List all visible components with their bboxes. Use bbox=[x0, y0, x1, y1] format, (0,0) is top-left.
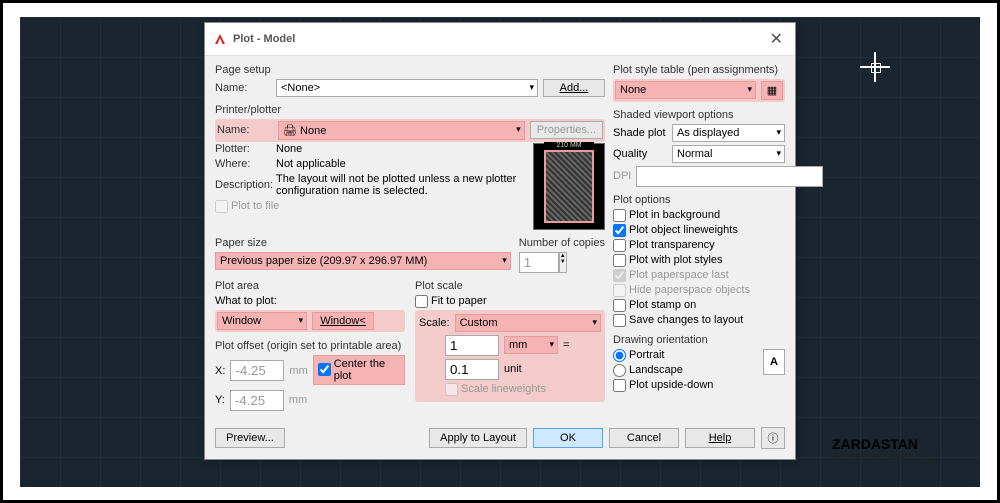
scale-num1-input[interactable] bbox=[445, 335, 499, 356]
dialog-title: Plot - Model bbox=[233, 33, 295, 45]
scale-select[interactable]: Custom bbox=[455, 314, 601, 332]
copies-label: Number of copies bbox=[519, 237, 605, 249]
plot-ps-check[interactable]: Plot with plot styles bbox=[613, 254, 785, 267]
offset-y-input[interactable] bbox=[230, 390, 284, 411]
plot-bg-check[interactable]: Plot in background bbox=[613, 209, 785, 222]
orientation-icon: A bbox=[763, 349, 785, 375]
portrait-radio[interactable]: Portrait bbox=[613, 349, 763, 362]
pst-label: Plot style table (pen assignments) bbox=[613, 64, 785, 76]
plot-area-label: Plot area bbox=[215, 280, 405, 292]
page-setup-label: Page setup bbox=[215, 64, 605, 76]
paper-size-label: Paper size bbox=[215, 237, 511, 249]
shade-plot-label: Shade plot bbox=[613, 127, 667, 139]
plot-scale-label: Plot scale bbox=[415, 280, 605, 292]
plot-so-check[interactable]: Plot stamp on bbox=[613, 299, 785, 312]
what-to-plot-label: What to plot: bbox=[215, 295, 405, 307]
plot-sc-check[interactable]: Save changes to layout bbox=[613, 314, 785, 327]
scale-label: Scale: bbox=[419, 317, 450, 329]
quality-label: Quality bbox=[613, 148, 667, 160]
fit-to-paper-check[interactable]: Fit to paper bbox=[415, 295, 605, 308]
plotter-value: None bbox=[276, 143, 302, 155]
dpi-label: DPI bbox=[613, 170, 631, 182]
close-icon[interactable]: ✕ bbox=[766, 29, 787, 49]
printer-label: Printer/plotter bbox=[215, 104, 605, 116]
plot-hpo-check[interactable]: Hide paperspace objects bbox=[613, 284, 785, 297]
where-label: Where: bbox=[215, 158, 271, 170]
svo-label: Shaded viewport options bbox=[613, 109, 785, 121]
dor-label: Drawing orientation bbox=[613, 334, 785, 346]
printer-name-select[interactable]: 🖨 None bbox=[278, 121, 525, 140]
collapse-button[interactable]: ⓘ bbox=[761, 427, 785, 449]
plot-olw-check[interactable]: Plot object lineweights bbox=[613, 224, 785, 237]
offset-y-label: Y: bbox=[215, 394, 225, 406]
window-button[interactable]: Window< bbox=[312, 312, 374, 330]
autocad-icon bbox=[213, 32, 227, 46]
ps-name-label: Name: bbox=[215, 82, 271, 94]
what-to-plot-select[interactable]: Window bbox=[217, 312, 307, 330]
equals: = bbox=[563, 339, 569, 351]
shade-plot-select[interactable]: As displayed bbox=[672, 124, 785, 142]
page-setup-name-select[interactable]: <None> bbox=[276, 79, 538, 97]
preview-button[interactable]: Preview... bbox=[215, 428, 285, 448]
plot-tr-check[interactable]: Plot transparency bbox=[613, 239, 785, 252]
plot-to-file-check[interactable]: Plot to file bbox=[215, 200, 533, 213]
scale-unit-select[interactable]: mm bbox=[504, 336, 558, 354]
apply-button[interactable]: Apply to Layout bbox=[429, 428, 527, 448]
copies-input[interactable] bbox=[519, 252, 559, 273]
desc-value: The layout will not be plotted unless a … bbox=[276, 173, 533, 197]
offset-x-input[interactable] bbox=[230, 360, 284, 381]
offset-label: Plot offset (origin set to printable are… bbox=[215, 340, 405, 352]
help-button[interactable]: Help bbox=[685, 428, 755, 448]
ok-button[interactable]: OK bbox=[533, 428, 603, 448]
landscape-radio[interactable]: Landscape bbox=[613, 364, 763, 377]
plot-dialog: Plot - Model ✕ Page setup Name: <None> Add… bbox=[204, 22, 796, 460]
paper-preview: 210 MM bbox=[533, 143, 605, 230]
cancel-button[interactable]: Cancel bbox=[609, 428, 679, 448]
po-label: Plot options bbox=[613, 194, 785, 206]
mm-label2: mm bbox=[289, 394, 307, 406]
desc-label: Description: bbox=[215, 179, 271, 191]
unit-label: unit bbox=[504, 363, 522, 375]
center-plot-check[interactable]: Center the plot bbox=[313, 355, 405, 385]
brand-logo: ZARDASTANArchitectural Design Group bbox=[832, 436, 940, 462]
scale-num2-input[interactable] bbox=[445, 359, 499, 380]
paper-size-select[interactable]: Previous paper size (209.97 x 296.97 MM) bbox=[215, 252, 511, 270]
add-button[interactable]: Add... bbox=[543, 79, 605, 97]
plotter-label: Plotter: bbox=[215, 143, 271, 155]
upside-down-check[interactable]: Plot upside-down bbox=[613, 379, 785, 392]
offset-x-label: X: bbox=[215, 365, 225, 377]
mm-label: mm bbox=[289, 365, 307, 377]
plot-style-edit-button[interactable]: ▦ bbox=[761, 81, 783, 100]
plot-style-select[interactable]: None bbox=[615, 81, 756, 99]
scale-lineweights-check[interactable]: Scale lineweights bbox=[419, 383, 601, 396]
pr-name-label: Name: bbox=[217, 124, 273, 136]
printer-properties-button[interactable]: Properties... bbox=[530, 121, 603, 139]
quality-select[interactable]: Normal bbox=[672, 145, 785, 163]
plot-ppl-check[interactable]: Plot paperspace last bbox=[613, 269, 785, 282]
dpi-input[interactable] bbox=[636, 166, 823, 187]
where-value: Not applicable bbox=[276, 158, 346, 170]
